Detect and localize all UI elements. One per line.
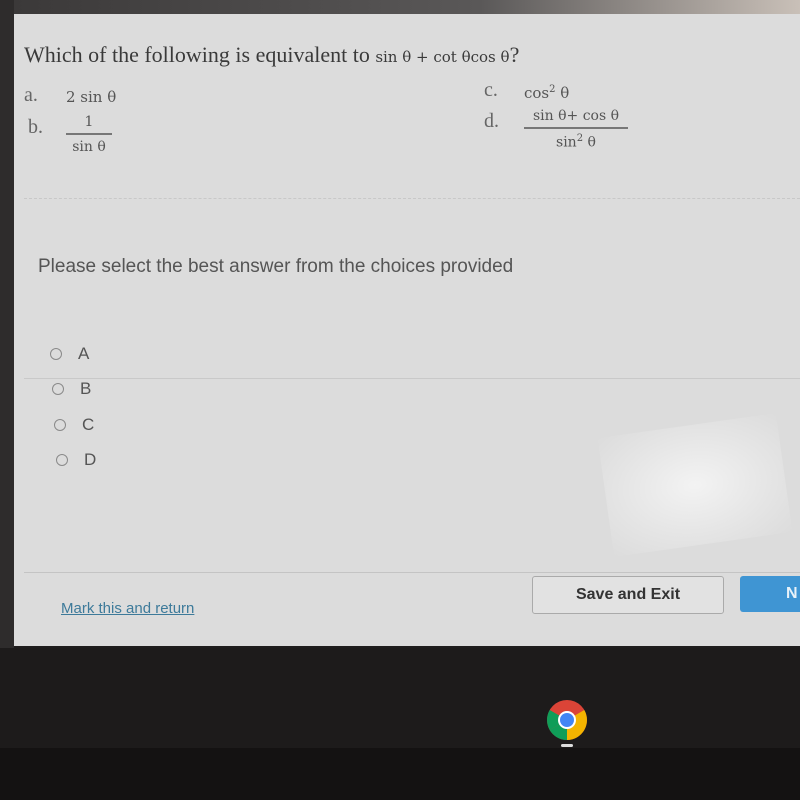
radio-b[interactable] [52,383,64,395]
choice-c-exponent: 2 [549,84,556,95]
screen-left-edge [0,0,14,650]
chrome-icon[interactable] [546,699,588,741]
choice-d-den-base: sin [556,134,577,151]
choice-d-numerator: sin θ+ cos θ [532,108,620,124]
option-d[interactable]: D [56,450,96,470]
option-c-label: C [82,415,95,434]
choice-b-letter: b. [28,116,43,138]
choice-c-letter: c. [484,79,498,101]
choice-d-den-exponent: 2 [576,132,584,144]
choice-d-fraction: sin θ+ cos θ sin2 θ [524,108,628,150]
next-button[interactable]: N [740,576,800,612]
radio-a[interactable] [50,348,62,360]
chrome-active-indicator [561,744,573,747]
question-panel [14,14,800,646]
choice-c-base: cos [524,84,550,102]
screen-glare [597,413,793,557]
footer-divider [24,572,800,573]
option-c[interactable]: C [54,415,94,435]
option-b[interactable]: B [52,379,91,399]
option-d-label: D [84,450,97,469]
choice-c-expression: cos2 θ [524,84,569,102]
question-expression: sin θ + cot θcos θ [375,48,510,66]
choice-b-fraction: 1 sin θ [66,114,112,155]
question-text: Which of the following is equivalent to … [24,42,519,68]
choice-d-letter: d. [484,110,499,132]
section-divider [24,198,800,199]
radio-c[interactable] [54,419,66,431]
choice-a-letter: a. [24,84,38,106]
choice-a-expression: 2 sin θ [66,88,117,106]
radio-d[interactable] [56,454,68,466]
option-b-label: B [80,379,92,398]
question-stem: Which of the following is equivalent to [24,42,370,67]
chrome-blue-center [560,713,574,727]
choice-d-den-var: θ [587,134,596,151]
option-a[interactable]: A [50,344,89,364]
choice-b-numerator: 1 [84,114,94,130]
question-mark: ? [509,42,520,67]
mark-and-return-link[interactable]: Mark this and return [61,600,194,617]
option-a-label: A [78,344,90,363]
answer-prompt: Please select the best answer from the c… [38,256,514,277]
choice-b-denominator: sin θ [72,138,106,155]
choice-c-var: θ [560,84,570,102]
row-divider [24,378,800,379]
save-and-exit-button[interactable]: Save and Exit [532,576,724,614]
choice-d-denominator: sin2 θ [524,129,628,151]
taskbar [0,748,800,800]
